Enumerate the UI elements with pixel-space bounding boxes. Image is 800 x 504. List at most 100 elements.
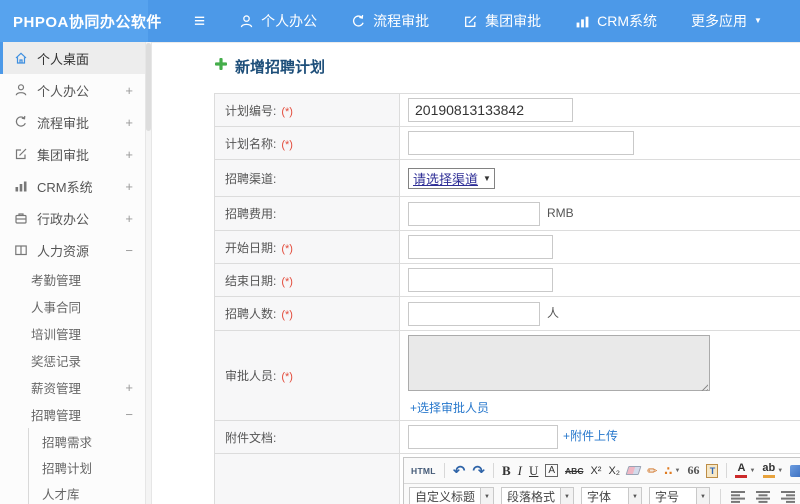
attachment-upload-link[interactable]: +附件上传 (563, 429, 618, 443)
undo-button[interactable]: ↶ (451, 461, 468, 481)
channel-select[interactable]: 请选择渠道 ▼ (408, 167, 495, 189)
editor-toolbar-row1: HTML ↶ ↷ B I U A ABC X² X₂ ✏ ∴ ▼ 66 T A … (404, 458, 800, 484)
auto-typeset-button[interactable]: ∴ ▼ (662, 461, 682, 481)
font-family-dropdown[interactable]: 字体 ▼ (581, 486, 643, 504)
nav-item-more-apps[interactable]: 更多应用 ▼ (691, 11, 762, 31)
expand-plus-icon[interactable]: + (125, 179, 133, 194)
bold-button[interactable]: B (500, 461, 513, 481)
book-icon (14, 243, 28, 257)
collapse-minus-icon[interactable]: − (125, 243, 133, 258)
subscript-button[interactable]: X₂ (606, 461, 622, 481)
font-color-button[interactable]: A ▼ (733, 461, 757, 481)
cost-input[interactable] (408, 201, 540, 226)
plan-name-input[interactable] (408, 131, 634, 155)
sidebar-item-workflow-approval[interactable]: 流程审批 + (0, 106, 145, 138)
field-label: 计划名称: (225, 136, 277, 151)
toolbar-separator (720, 489, 722, 504)
navbar-menu: ≡ 个人办公 流程审批 集团审批 CRM系统 更多应用 ▼ (194, 11, 762, 31)
sidebar-scrollbar[interactable] (145, 42, 152, 504)
paragraph-format-dropdown[interactable]: 段落格式 ▼ (501, 486, 575, 504)
align-right-icon[interactable] (777, 490, 799, 503)
page-title: 新增招聘计划 (214, 56, 800, 76)
sidebar-item-group-approval[interactable]: 集团审批 + (0, 138, 145, 170)
custom-title-dropdown[interactable]: 自定义标题 ▼ (409, 486, 495, 504)
expand-plus-icon[interactable]: + (125, 83, 133, 98)
border-text-button[interactable]: A (545, 464, 559, 477)
sidebar-item-talent-pool[interactable]: 人才库 (29, 480, 145, 504)
bar-chart-icon (575, 14, 590, 29)
italic-button[interactable]: I (516, 461, 524, 481)
headcount-input[interactable] (408, 301, 540, 326)
form-row-approver: 审批人员: (*) +选择审批人员 (214, 330, 800, 421)
sidebar-item-salary[interactable]: 薪资管理 + (0, 374, 145, 401)
nav-item-group-approval[interactable]: 集团审批 (463, 11, 541, 31)
nav-item-personal-office[interactable]: 个人办公 (239, 11, 317, 31)
nav-item-crm[interactable]: CRM系统 (575, 11, 657, 31)
format-brush-icon[interactable]: ✏ (645, 461, 659, 481)
sidebar-item-hr-contract[interactable]: 人事合同 (0, 293, 145, 320)
app-window: PHPOA协同办公软件 ≡ 个人办公 流程审批 集团审批 CRM系统 更多应用 … (0, 0, 800, 504)
emotion-icon[interactable] (790, 464, 800, 477)
superscript-button[interactable]: X² (588, 461, 603, 481)
chevron-down-icon: ▼ (696, 487, 710, 504)
rich-text-editor: HTML ↶ ↷ B I U A ABC X² X₂ ✏ ∴ ▼ 66 T A … (403, 457, 800, 504)
align-left-icon[interactable] (727, 490, 749, 503)
sidebar-item-hr[interactable]: 人力资源 − (0, 234, 145, 266)
approver-textarea[interactable] (408, 335, 710, 391)
expand-plus-icon[interactable]: + (125, 147, 133, 162)
nav-item-workflow-approval[interactable]: 流程审批 (351, 11, 429, 31)
sidebar-item-rewards[interactable]: 奖惩记录 (0, 347, 145, 374)
align-center-icon[interactable] (752, 490, 774, 503)
main-content: 新增招聘计划 计划编号: (*) 计划名称: (*) 招聘渠道: 请选择渠道 ▼ (152, 42, 800, 504)
sidebar-item-recruit-demand[interactable]: 招聘需求 (29, 428, 145, 454)
expand-plus-icon[interactable]: + (125, 115, 133, 130)
required-mark: (*) (281, 275, 293, 288)
field-label: 附件文档: (225, 430, 277, 445)
choose-approver-link[interactable]: +选择审批人员 (410, 399, 800, 416)
form-row-channel: 招聘渠道: 请选择渠道 ▼ (214, 159, 800, 197)
expand-plus-icon[interactable]: + (125, 380, 133, 395)
collapse-minus-icon[interactable]: − (125, 407, 133, 422)
strikethrough-button[interactable]: ABC (563, 461, 585, 481)
expand-plus-icon[interactable]: + (125, 211, 133, 226)
paste-clipboard-icon[interactable]: T (706, 463, 719, 478)
recruit-plan-form: 计划编号: (*) 计划名称: (*) 招聘渠道: 请选择渠道 ▼ 招聘费用: RM… (214, 93, 800, 504)
menu-toggle-icon[interactable]: ≡ (194, 12, 205, 31)
sidebar-item-personal-desktop[interactable]: 个人桌面 (0, 42, 145, 74)
chevron-down-icon: ▼ (480, 487, 494, 504)
sidebar-item-recruit-mgmt[interactable]: 招聘管理 − (0, 401, 145, 428)
underline-button[interactable]: U (527, 461, 540, 481)
sidebar-item-attendance[interactable]: 考勤管理 (0, 266, 145, 293)
field-label: 开始日期: (225, 240, 277, 255)
required-mark: (*) (281, 309, 293, 321)
sidebar-item-crm[interactable]: CRM系统 + (0, 170, 145, 202)
scrollbar-thumb[interactable] (146, 43, 151, 131)
sidebar-item-personal-office[interactable]: 个人办公 + (0, 74, 145, 106)
start-date-input[interactable] (408, 235, 553, 259)
sidebar-item-admin-office[interactable]: 行政办公 + (0, 202, 145, 234)
redo-button[interactable]: ↷ (470, 461, 487, 481)
highlight-color-button[interactable]: ab ▼ (760, 461, 785, 481)
html-source-button[interactable]: HTML (409, 461, 438, 481)
recruit-submenu: 招聘需求 招聘计划 人才库 (28, 428, 145, 504)
field-label: 计划编号: (225, 103, 277, 118)
briefcase-icon (14, 211, 28, 225)
font-size-dropdown[interactable]: 字号 ▼ (649, 486, 711, 504)
field-label: 结束日期: (225, 273, 277, 288)
blockquote-button[interactable]: 66 (685, 461, 701, 481)
end-date-input[interactable] (408, 268, 553, 292)
sidebar-item-training[interactable]: 培训管理 (0, 320, 145, 347)
sidebar-item-recruit-plan[interactable]: 招聘计划 (29, 454, 145, 480)
field-label: 招聘渠道: (225, 171, 277, 186)
attachment-input[interactable] (408, 425, 558, 449)
field-label: 招聘人数: (225, 307, 277, 321)
chevron-down-icon: ▼ (560, 487, 574, 504)
add-plus-icon (214, 57, 228, 76)
form-row-start-date: 开始日期: (*) (214, 230, 800, 264)
required-mark: (*) (281, 105, 293, 118)
eraser-icon[interactable] (625, 466, 642, 475)
toolbar-separator (492, 463, 494, 478)
chevron-down-icon: ▼ (749, 467, 756, 474)
plan-number-input[interactable] (408, 98, 573, 122)
toolbar-separator (443, 463, 445, 478)
